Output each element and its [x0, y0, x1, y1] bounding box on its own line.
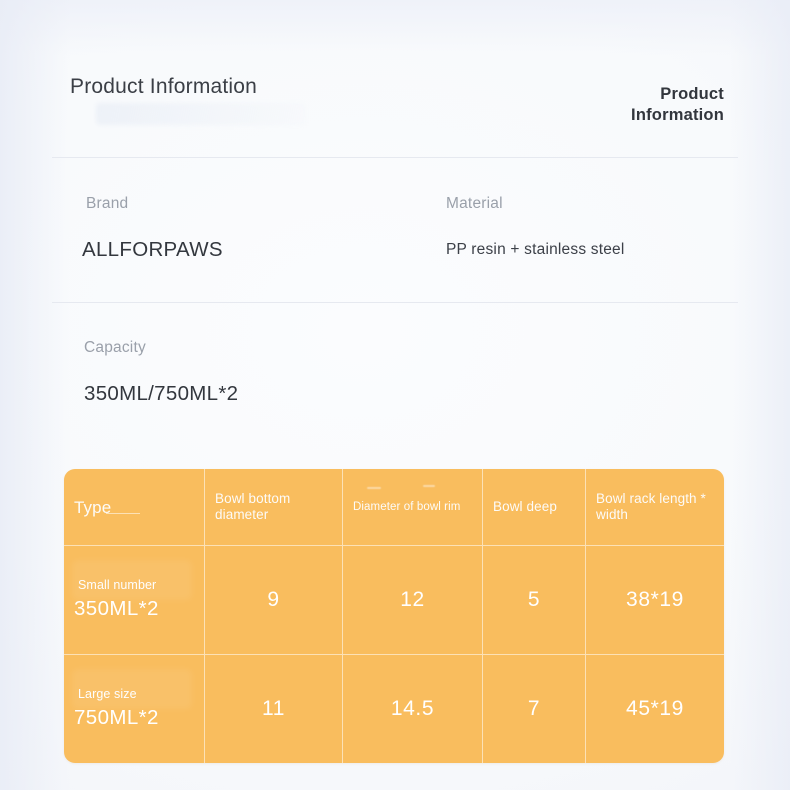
spec-value-material: PP resin + stainless steel [446, 241, 625, 258]
table-header-cell-bowl-bottom-diameter: Bowl bottom diameter [204, 469, 342, 545]
table-header-label-bowl-bottom-diameter: Bowl bottom diameter [215, 491, 291, 522]
table-cell-bowl-deep: 7 [482, 655, 585, 763]
spec-item-brand: Brand ALLFORPAWS [82, 194, 223, 264]
table-header-label-type: Type [74, 497, 112, 517]
type-underline-artifact [106, 513, 140, 514]
table-cell-type-sublabel: Large size [78, 686, 137, 701]
table-cell-value: 38*19 [626, 588, 684, 611]
table-cell-bowl-rack: 38*19 [585, 546, 724, 654]
table-cell-bowl-rack: 45*19 [585, 655, 724, 763]
header-badge-line2: Information [631, 106, 724, 124]
spec-label-material: Material [446, 195, 503, 212]
table-row: Large size 750ML*2 11 14.5 7 45*19 [64, 654, 724, 763]
table-cell-type-sublabel: Small number [78, 577, 157, 592]
table-cell-value: 12 [400, 588, 425, 611]
table-header-cell-bowl-deep: Bowl deep [482, 469, 585, 545]
header-badge: Product Information [524, 84, 724, 126]
spec-label-capacity: Capacity [84, 339, 146, 356]
table-header-label-bowl-rack: Bowl rack length * width [596, 491, 706, 522]
spec-item-capacity: Capacity 350ML/750ML*2 [84, 338, 238, 408]
table-cell-type-value: 350ML*2 [74, 596, 159, 620]
product-information-page: Product Information Product Information … [0, 0, 790, 790]
table-header-label-bowl-deep: Bowl deep [493, 499, 557, 514]
spec-row-capacity: Capacity 350ML/750ML*2 [0, 302, 790, 446]
table-cell-value: 7 [527, 697, 541, 720]
table-cell-value: 45*19 [626, 697, 684, 720]
table-header-cell-bowl-rim-diameter: Diameter of bowl rim [342, 469, 482, 545]
table-header-row: Type Bowl bottom diameter Diameter of bo… [64, 469, 724, 545]
table-header-cell-bowl-rack: Bowl rack length * width [585, 469, 724, 545]
header-smudge-right [423, 485, 435, 487]
table-cell-type-value: 750ML*2 [74, 705, 159, 729]
table-cell-type: Small number 350ML*2 [64, 546, 204, 654]
spec-value-capacity: 350ML/750ML*2 [84, 382, 239, 405]
table-cell-type: Large size 750ML*2 [64, 655, 204, 763]
spec-label-brand: Brand [86, 195, 129, 212]
spec-row-brand-material: Brand ALLFORPAWS Material PP resin + sta… [0, 158, 790, 302]
spec-list: Brand ALLFORPAWS Material PP resin + sta… [0, 158, 790, 446]
page-header: Product Information Product Information [0, 0, 790, 158]
table-cell-bowl-bottom-diameter: 9 [204, 546, 342, 654]
spec-item-material: Material PP resin + stainless steel [446, 194, 625, 264]
table-cell-value: 11 [262, 697, 285, 720]
table-cell-bowl-deep: 5 [482, 546, 585, 654]
table-header-cell-type: Type [64, 469, 204, 545]
table-header-label-bowl-rim-diameter: Diameter of bowl rim [353, 501, 461, 513]
spec-value-brand: ALLFORPAWS [82, 238, 223, 261]
title-watermark [96, 103, 306, 125]
table-cell-value: 9 [267, 588, 280, 611]
page-title: Product Information [70, 75, 258, 98]
dimension-table: Type Bowl bottom diameter Diameter of bo… [64, 469, 724, 763]
table-cell-value: 5 [527, 588, 541, 611]
table-row: Small number 350ML*2 9 12 5 38*19 [64, 545, 724, 654]
header-badge-line1: Product [660, 85, 724, 103]
table-cell-bowl-bottom-diameter: 11 [204, 655, 342, 763]
table-cell-bowl-rim-diameter: 12 [342, 546, 482, 654]
header-smudge-left [367, 487, 381, 489]
table-cell-bowl-rim-diameter: 14.5 [342, 655, 482, 763]
table-cell-value: 14.5 [390, 697, 435, 720]
